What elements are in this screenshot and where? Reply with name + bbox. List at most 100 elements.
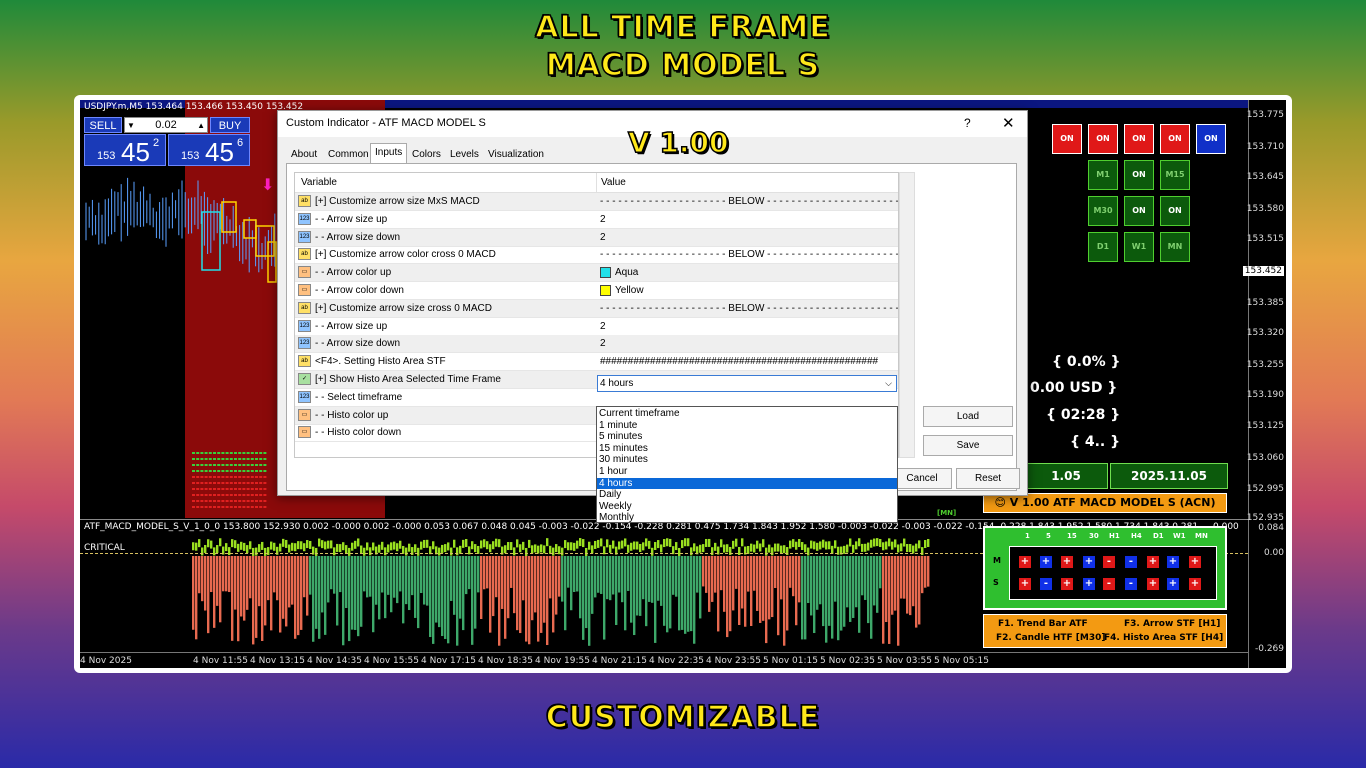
tf-button-mn[interactable]: MN bbox=[1160, 232, 1190, 262]
histogram-bar bbox=[420, 556, 423, 594]
input-row[interactable]: ▭ - - Arrow color down Yellow bbox=[295, 282, 898, 300]
histogram-bar bbox=[885, 556, 888, 622]
price-axis-label: 153.125 bbox=[1246, 421, 1284, 431]
histogram-bar bbox=[750, 556, 753, 627]
input-value[interactable]: Aqua bbox=[615, 264, 638, 281]
toggle-on-4[interactable]: ON bbox=[1160, 124, 1190, 154]
tf-button-m5[interactable]: ON bbox=[1124, 160, 1154, 190]
timeframe-option[interactable]: 1 hour bbox=[597, 466, 897, 478]
input-value[interactable]: - - - - - - - - - - - - - - - - - - - - … bbox=[600, 300, 898, 317]
input-row[interactable]: ab <F4>. Setting Histo Area STF ##########… bbox=[295, 353, 898, 372]
column-header-value[interactable]: Value bbox=[597, 173, 898, 193]
load-button[interactable]: Load bbox=[923, 406, 1013, 427]
toggle-on-1[interactable]: ON bbox=[1052, 124, 1082, 154]
timeframe-option[interactable]: 4 hours bbox=[597, 477, 897, 490]
histogram-bar bbox=[726, 556, 729, 638]
save-button[interactable]: Save bbox=[923, 435, 1013, 456]
trend-dot bbox=[250, 464, 254, 466]
toggle-on-5[interactable]: ON bbox=[1196, 124, 1226, 154]
input-value[interactable]: - - - - - - - - - - - - - - - - - - - - … bbox=[600, 193, 898, 210]
toggle-on-3[interactable]: ON bbox=[1124, 124, 1154, 154]
histogram-bar bbox=[723, 556, 726, 612]
timeframe-option[interactable]: Daily bbox=[597, 489, 897, 501]
input-variable: - - Arrow size down bbox=[315, 338, 401, 350]
histogram-bar bbox=[906, 556, 909, 614]
macd-signal-tick bbox=[855, 541, 858, 550]
color-swatch[interactable] bbox=[600, 267, 611, 279]
input-row[interactable]: ab [+] Customize arrow color cross 0 MACD… bbox=[295, 246, 898, 265]
timeframe-option[interactable]: Current timeframe bbox=[597, 408, 897, 420]
histogram-bar bbox=[801, 556, 804, 640]
grid-scrollbar[interactable] bbox=[899, 172, 915, 458]
macd-signal-tick bbox=[918, 540, 921, 549]
histogram-bar bbox=[507, 556, 510, 619]
input-value[interactable]: 2 bbox=[600, 335, 606, 352]
histogram-bar bbox=[654, 556, 657, 643]
histogram-bar bbox=[585, 556, 588, 629]
input-value[interactable]: - - - - - - - - - - - - - - - - - - - - … bbox=[600, 246, 898, 263]
lot-down-icon[interactable]: ▼ bbox=[127, 118, 135, 133]
color-swatch[interactable] bbox=[600, 285, 611, 296]
trend-dot bbox=[255, 488, 258, 490]
histogram-bar bbox=[270, 556, 273, 631]
tf-button-h4[interactable]: ON bbox=[1160, 196, 1190, 226]
input-value[interactable]: ########################################… bbox=[600, 353, 878, 370]
tab-common[interactable]: Common bbox=[323, 145, 374, 163]
input-row[interactable]: ab [+] Customize arrow size MxS MACD - - -… bbox=[295, 193, 898, 211]
input-row[interactable]: ▭ - - Arrow color up Aqua bbox=[295, 264, 898, 283]
price-axis-label: 153.515 bbox=[1246, 234, 1284, 244]
input-row[interactable]: 123 - - Arrow size up 2 bbox=[295, 318, 898, 336]
input-row[interactable]: 123 - - Arrow size down 2 bbox=[295, 228, 898, 247]
timeframe-option[interactable]: 5 minutes bbox=[597, 431, 897, 443]
trend-dot bbox=[234, 494, 237, 496]
tf-button-d1[interactable]: D1 bbox=[1088, 232, 1118, 262]
chevron-down-icon[interactable]: ⌵ bbox=[885, 376, 892, 391]
timeframe-option[interactable]: Weekly bbox=[597, 501, 897, 513]
buy-price-prefix: 153 bbox=[181, 150, 200, 162]
timeframe-option[interactable]: Monthly bbox=[597, 512, 897, 524]
tf-button-h1[interactable]: ON bbox=[1124, 196, 1154, 226]
timeframe-option[interactable]: 1 minute bbox=[597, 420, 897, 432]
timeframe-option[interactable]: 30 minutes bbox=[597, 454, 897, 466]
trend-dot bbox=[221, 482, 225, 484]
timeframe-dropdown-list[interactable]: Current timeframe 1 minute 5 minutes 15 min… bbox=[596, 406, 898, 523]
sell-price-box[interactable]: 153 45 2 bbox=[84, 134, 166, 167]
cancel-button[interactable]: Cancel bbox=[892, 468, 952, 489]
tab-about[interactable]: About bbox=[286, 145, 322, 163]
macd-signal-tick bbox=[897, 544, 900, 553]
lot-input[interactable]: ▼ 0.02 ▲ bbox=[124, 117, 208, 133]
input-value[interactable]: 2 bbox=[600, 211, 606, 228]
histogram-bar bbox=[333, 556, 336, 594]
buy-price-box[interactable]: 153 45 6 bbox=[168, 134, 250, 167]
timeframe-select[interactable]: 4 hours ⌵ bbox=[597, 375, 897, 392]
tab-inputs[interactable]: Inputs bbox=[370, 143, 408, 164]
tf-button-m30[interactable]: M30 bbox=[1088, 196, 1118, 226]
macd-signal-tick bbox=[231, 539, 234, 548]
buy-button[interactable]: BUY bbox=[210, 117, 250, 133]
tab-visualization[interactable]: Visualization bbox=[483, 145, 549, 163]
tab-levels[interactable]: Levels bbox=[445, 145, 484, 163]
trend-dot bbox=[259, 482, 263, 484]
sell-button[interactable]: SELL bbox=[84, 117, 122, 133]
toggle-on-2[interactable]: ON bbox=[1088, 124, 1118, 154]
lot-up-icon[interactable]: ▲ bbox=[197, 118, 205, 133]
tab-colors[interactable]: Colors bbox=[407, 145, 446, 163]
reset-button[interactable]: Reset bbox=[956, 468, 1020, 489]
close-icon[interactable]: ✕ bbox=[1002, 114, 1015, 132]
trend-dot bbox=[192, 464, 195, 466]
input-row[interactable]: 123 - - Arrow size down 2 bbox=[295, 335, 898, 354]
timeframe-option[interactable]: 15 minutes bbox=[597, 443, 897, 455]
histogram-bar bbox=[447, 556, 450, 644]
input-value[interactable]: Yellow bbox=[615, 282, 644, 299]
tf-button-w1[interactable]: W1 bbox=[1124, 232, 1154, 262]
histogram-bar bbox=[456, 556, 459, 646]
column-header-variable[interactable]: Variable bbox=[295, 173, 597, 193]
input-row[interactable]: 123 - - Arrow size up 2 bbox=[295, 211, 898, 229]
tf-button-m15[interactable]: M15 bbox=[1160, 160, 1190, 190]
tf-button-m1[interactable]: M1 bbox=[1088, 160, 1118, 190]
input-row[interactable]: ab [+] Customize arrow size cross 0 MACD -… bbox=[295, 299, 898, 318]
input-value[interactable]: 2 bbox=[600, 318, 606, 335]
input-value[interactable]: 2 bbox=[600, 229, 606, 246]
help-icon[interactable]: ? bbox=[964, 116, 971, 130]
macd-signal-tick bbox=[420, 541, 423, 550]
